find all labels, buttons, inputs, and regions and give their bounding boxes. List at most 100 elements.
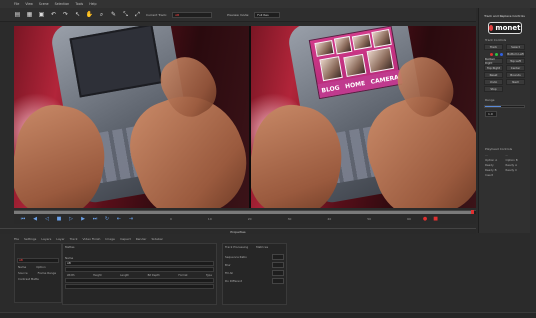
select-button[interactable]: Select [506, 44, 525, 50]
frame-marker-4: 40 [327, 217, 332, 221]
zoom-tool-icon[interactable]: ⌕ [98, 11, 105, 18]
blue-swatch[interactable] [500, 52, 503, 56]
mark-in-icon[interactable]: ⇤ [116, 216, 122, 222]
stop-icon[interactable]: ■ [56, 216, 62, 222]
viewer[interactable]: BLOG HOME CAMERA [14, 26, 476, 208]
undo-button[interactable]: Undo [484, 79, 503, 85]
properties-tabs: File Settings Layers Layer Track Video F… [14, 236, 224, 242]
col-format: Format [178, 274, 188, 277]
menu-help[interactable]: Help [89, 2, 96, 6]
ready-c-button[interactable]: Ready C [506, 168, 525, 172]
ready-a-button[interactable]: Ready A [506, 163, 525, 167]
tab-video-finish[interactable]: Video Finish [83, 237, 101, 241]
tab-settings[interactable]: Settings [24, 237, 36, 241]
tab-file[interactable]: File [14, 237, 19, 241]
option-b-button[interactable]: Option B [506, 158, 525, 162]
stop-button[interactable]: Stop [484, 86, 503, 92]
proc-row-1: Sequence Ratio [223, 250, 286, 260]
playhead-button-2[interactable]: ... [506, 153, 525, 157]
tab-render[interactable]: Render [136, 237, 147, 241]
viewer-left-panel[interactable] [14, 26, 249, 208]
left-source-label: Source [18, 271, 28, 275]
processing-label: Track Processing [225, 245, 249, 249]
tab-image[interactable]: Image [105, 237, 114, 241]
ready-b-button[interactable]: Ready B [485, 168, 504, 172]
insert-home-label: HOME [344, 79, 366, 90]
range-field[interactable]: 1.0 [485, 111, 497, 117]
matte-row-1[interactable] [65, 278, 214, 283]
layer-name-field[interactable]: AB [17, 258, 59, 263]
track-button[interactable]: Track [484, 44, 503, 50]
record-stop-icon[interactable]: ■ [433, 216, 438, 222]
undo-icon[interactable]: ↶ [50, 11, 57, 18]
layer-select[interactable]: AB [172, 11, 213, 18]
center-button[interactable]: Center [506, 65, 525, 71]
tab-track[interactable]: Track [70, 237, 78, 241]
top-left-button[interactable]: Top Left [506, 58, 525, 64]
menu-file[interactable]: File [14, 2, 19, 6]
matte-path-field[interactable] [65, 267, 214, 272]
ready-button[interactable]: Ready [485, 163, 504, 167]
tab-layers[interactable]: Layers [41, 237, 51, 241]
matte-name-field[interactable]: AB [65, 261, 214, 266]
matrices-label: Matrices [256, 245, 269, 249]
play-icon[interactable]: ▷ [68, 216, 74, 222]
menu-scene[interactable]: Scene [39, 2, 49, 6]
menu-selection[interactable]: Selection [55, 2, 70, 6]
play-reverse-icon[interactable]: ◁ [44, 216, 50, 222]
step-back-icon[interactable]: ◀ [32, 216, 38, 222]
reset-button[interactable]: Reset [484, 72, 503, 78]
matte-row-2[interactable] [65, 284, 214, 289]
mark-out-icon[interactable]: ⇥ [128, 216, 134, 222]
tab-inspect[interactable]: Inspect [120, 237, 131, 241]
redo-icon[interactable]: ↷ [62, 11, 69, 18]
bounds-button[interactable]: Bounds [506, 72, 525, 78]
record-icon[interactable]: ● [423, 216, 427, 222]
go-start-icon[interactable]: ⏮ [20, 216, 26, 222]
menu-tools[interactable]: Tools [75, 2, 83, 6]
col-width: Width [67, 274, 75, 277]
corner-tool-icon[interactable]: ⤢ [134, 11, 141, 18]
viewer-right-panel[interactable]: BLOG HOME CAMERA [251, 26, 476, 208]
toolbar: ▤ ▦ ▣ ↶ ↷ ↖ ✋ ⌕ ✎ ⤡ ⤢ Current Track: AB … [0, 8, 476, 22]
preview-select[interactable]: Full Res [254, 11, 281, 18]
go-end-icon[interactable]: ⏭ [92, 216, 98, 222]
save-icon[interactable]: ▣ [38, 11, 45, 18]
frame-marker-0: 0 [170, 217, 172, 221]
fill-all-field[interactable] [272, 270, 284, 276]
col-bit-depth: Bit Depth [147, 274, 160, 277]
bottom-left-button[interactable]: Bottom Left [506, 51, 525, 57]
red-swatch[interactable] [490, 52, 493, 56]
blur-label: Blur [225, 263, 231, 267]
matte-name-label: Name [65, 256, 74, 260]
loop-icon[interactable]: ↻ [104, 216, 110, 222]
top-right-button[interactable]: Top Right [484, 65, 503, 71]
insert-button[interactable]: Insert [485, 173, 504, 177]
blur-field[interactable] [272, 262, 284, 268]
proc-row-2: Blur [223, 260, 286, 268]
pen-tool-icon[interactable]: ✎ [110, 11, 117, 18]
bottom-right-button[interactable]: Bottom Right [484, 57, 503, 65]
range-slider[interactable] [484, 105, 525, 108]
logo-mark-icon [488, 25, 494, 31]
menu-view[interactable]: View [25, 2, 33, 6]
do-different-field[interactable] [272, 278, 284, 284]
select-tool-icon[interactable]: ↖ [74, 11, 81, 18]
logo-text: monet [495, 24, 521, 32]
video-frame-original [14, 26, 249, 208]
do-different-label: Do Different [225, 279, 243, 283]
next-button[interactable]: Next [506, 79, 525, 85]
green-swatch[interactable] [495, 52, 498, 56]
option-a-button[interactable]: Option A [485, 158, 504, 162]
track-tool-icon[interactable]: ⤡ [122, 11, 129, 18]
sequence-ratio-field[interactable] [272, 254, 284, 260]
step-forward-icon[interactable]: ▶ [80, 216, 86, 222]
sequence-ratio-label: Sequence Ratio [225, 255, 247, 259]
tab-layer[interactable]: Layer [56, 237, 64, 241]
hand-tool-icon[interactable]: ✋ [86, 11, 93, 18]
new-file-icon[interactable]: ▤ [14, 11, 21, 18]
tab-sidebar[interactable]: Sidebar [151, 237, 162, 241]
playhead-button-1[interactable]: ... [485, 153, 504, 157]
open-file-icon[interactable]: ▦ [26, 11, 33, 18]
left-name-label: Name [18, 265, 27, 269]
